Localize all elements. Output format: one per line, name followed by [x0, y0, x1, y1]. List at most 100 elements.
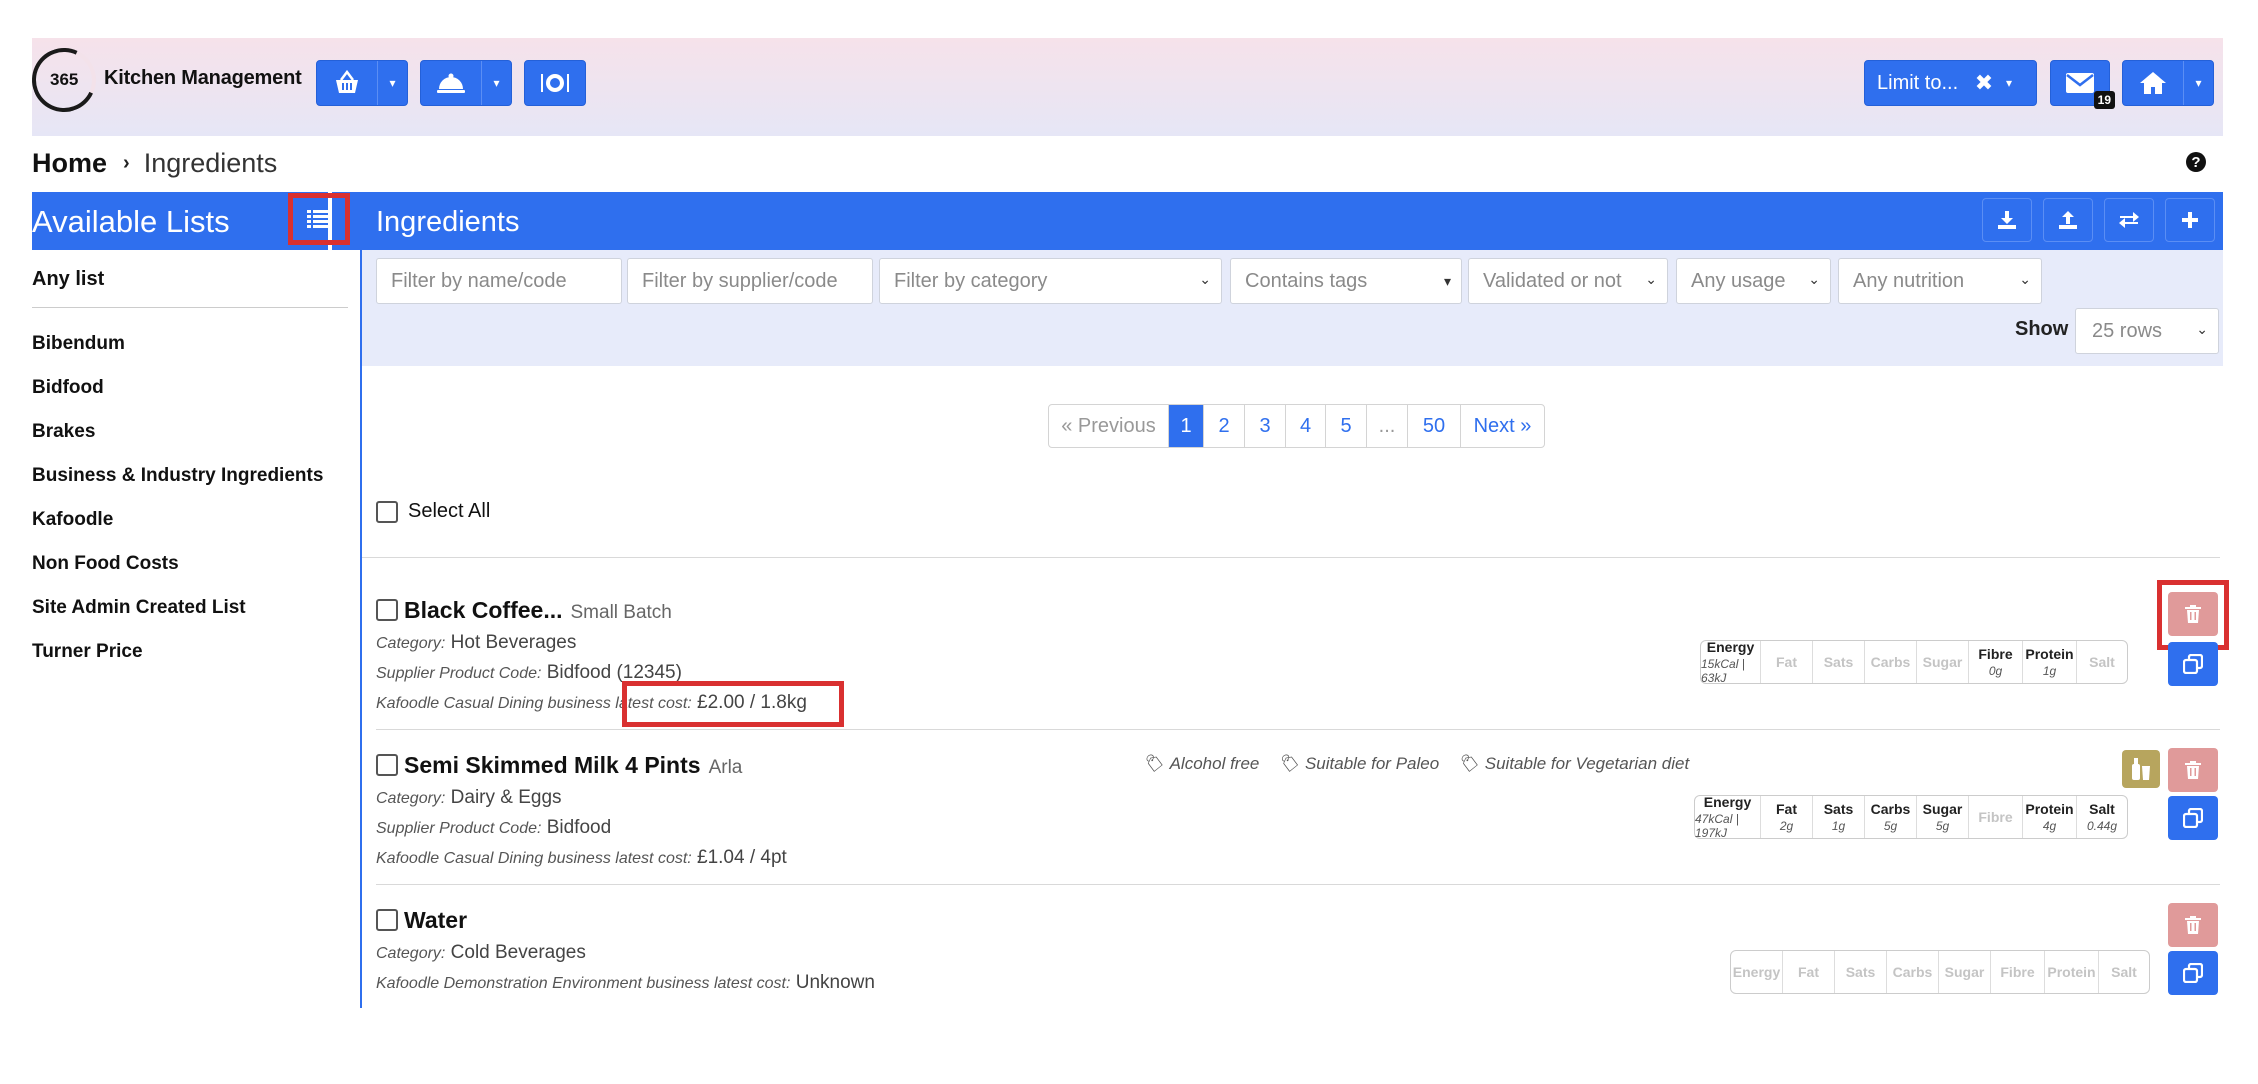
sidebar-item-turner-price[interactable]: Turner Price [32, 630, 348, 674]
sidebar-item-brakes[interactable]: Brakes [32, 410, 348, 454]
sidebar-item-kafoodle[interactable]: Kafoodle [32, 498, 348, 542]
message-count-badge: 19 [2093, 91, 2115, 109]
name-filter-input[interactable]: Filter by name/code [376, 258, 622, 304]
select-all[interactable]: Select All [376, 500, 490, 523]
nutrition-filter-value: Any nutrition [1853, 269, 1965, 292]
ingredient-supplier-code: Supplier Product Code: Bidfood [376, 817, 611, 839]
row-checkbox[interactable] [376, 754, 398, 776]
category-label: Category: [376, 790, 446, 807]
ingredient-name[interactable]: Water [404, 907, 467, 934]
available-lists-sidebar: Any list Bibendum Bidfood Brakes Busines… [32, 262, 348, 674]
delete-button[interactable] [2168, 748, 2218, 792]
tag-icon: 🏷 [1457, 754, 1479, 773]
cloche-icon[interactable] [421, 61, 481, 105]
category-filter-select[interactable]: Filter by category ⌄ [879, 258, 1222, 304]
duplicate-button[interactable] [2168, 796, 2218, 840]
ingredient-name[interactable]: Black Coffee... [404, 597, 563, 624]
cost-highlight-box [622, 681, 844, 727]
limit-to-dropdown[interactable]: Limit to... ✖ ▾ [1864, 60, 2037, 106]
row-checkbox[interactable] [376, 909, 398, 931]
nutrition-sats: Sats [1813, 641, 1865, 683]
pagination-page-5[interactable]: 5 [1326, 405, 1367, 447]
tags-filter-select[interactable]: Contains tags ▾ [1230, 258, 1462, 304]
download-icon [1998, 211, 2016, 229]
pagination-next[interactable]: Next » [1461, 405, 1544, 447]
add-ingredient-button[interactable] [2165, 198, 2215, 242]
transfer-button[interactable] [2104, 198, 2154, 242]
nutrition-panel: Energy Fat Sats Carbs Sugar Fibre Protei… [1730, 950, 2150, 994]
nutrition-panel: Energy 15kCal | 63kJ Fat Sats Carbs Sugar… [1700, 639, 2128, 685]
validated-filter-value: Validated or not [1483, 269, 1622, 292]
pagination-page-4[interactable]: 4 [1286, 405, 1326, 447]
breadcrumb-home-link[interactable]: Home [32, 148, 107, 179]
validated-filter-select[interactable]: Validated or not ⌄ [1468, 258, 1668, 304]
list-view-button[interactable] [288, 193, 350, 245]
cost-label: Kafoodle Demonstration Environment busin… [376, 975, 791, 992]
download-button[interactable] [1982, 198, 2032, 242]
nutrition-energy: Energy 47kCal | 197kJ [1695, 794, 1761, 840]
basket-icon[interactable] [317, 61, 377, 105]
nutrition-salt: Salt [2089, 654, 2115, 670]
breadcrumb-separator: › [123, 151, 130, 174]
sidebar-item-bidfood[interactable]: Bidfood [32, 366, 348, 410]
chevron-down-icon[interactable]: ▾ [481, 61, 511, 105]
row-checkbox[interactable] [376, 599, 398, 621]
delete-button[interactable] [2168, 903, 2218, 947]
pagination-page-1[interactable]: 1 [1169, 405, 1204, 447]
pagination-page-2[interactable]: 2 [1204, 405, 1245, 447]
nutrition-protein: Protein [2045, 951, 2099, 993]
duplicate-button[interactable] [2168, 642, 2218, 686]
plate-icon[interactable] [540, 61, 570, 105]
cost-label: Kafoodle Casual Dining business [376, 695, 616, 712]
list-icon [307, 210, 331, 228]
ingredients-menu-button[interactable]: ▾ [316, 60, 408, 106]
nutrition-filter-select[interactable]: Any nutrition ⌄ [1838, 258, 2042, 304]
ingredient-name[interactable]: Semi Skimmed Milk 4 Pints [404, 752, 701, 779]
ingredient-category: Category: Hot Beverages [376, 632, 576, 654]
category-label: Category: [376, 945, 446, 962]
chevron-down-icon[interactable]: ▾ [2183, 61, 2213, 105]
trash-icon [2185, 761, 2201, 779]
supplier-filter-input[interactable]: Filter by supplier/code [627, 258, 873, 304]
home-icon[interactable] [2123, 61, 2183, 105]
chevron-down-icon[interactable]: ▾ [1995, 61, 2023, 105]
tags-filter-value: Contains tags [1245, 269, 1368, 292]
category-filter-value: Filter by category [894, 269, 1048, 292]
pagination-page-50[interactable]: 50 [1408, 405, 1461, 447]
sidebar-item-site-admin-list[interactable]: Site Admin Created List [32, 586, 348, 630]
ingredient-row-title: Water [376, 906, 467, 934]
copy-icon [2183, 963, 2203, 983]
messages-button[interactable]: 19 [2050, 60, 2115, 109]
nutrition-sugar: Sugar [1939, 951, 1991, 993]
logo[interactable]: 365 [22, 38, 106, 122]
usage-filter-select[interactable]: Any usage ⌄ [1676, 258, 1831, 304]
chevron-down-icon[interactable]: ▾ [377, 61, 407, 105]
home-menu-button[interactable]: ▾ [2122, 60, 2214, 106]
copy-icon [2183, 654, 2203, 674]
trash-icon [2185, 916, 2201, 934]
select-all-checkbox[interactable] [376, 500, 398, 523]
transfer-icon [2119, 212, 2139, 228]
sidebar-item-business-industry[interactable]: Business & Industry Ingredients [32, 454, 348, 498]
nutrition-sats: Sats [1835, 951, 1887, 993]
sidebar-item-non-food-costs[interactable]: Non Food Costs [32, 542, 348, 586]
section-header-bar [32, 192, 2223, 250]
pagination-previous[interactable]: « Previous [1049, 405, 1169, 447]
supplier-code-value: Bidfood [546, 817, 612, 838]
upload-button[interactable] [2043, 198, 2093, 242]
pagination-ellipsis: ... [1367, 405, 1408, 447]
recipes-menu-button[interactable]: ▾ [420, 60, 512, 106]
rows-per-page-select[interactable]: 25 rows ⌄ [2075, 308, 2219, 354]
ingredient-latest-cost: Kafoodle Casual Dining business latest c… [376, 847, 787, 869]
duplicate-button[interactable] [2168, 951, 2218, 995]
pagination-page-3[interactable]: 3 [1245, 405, 1286, 447]
menus-button[interactable] [524, 60, 586, 106]
nutrition-energy: Energy [1731, 951, 1783, 993]
category-value: Dairy & Eggs [450, 787, 562, 808]
ingredient-brand: Arla [708, 757, 743, 778]
sidebar-item-any-list[interactable]: Any list [32, 262, 348, 308]
clear-icon[interactable]: ✖ [1973, 70, 1995, 96]
help-icon[interactable]: ? [2186, 152, 2206, 172]
envelope-icon[interactable] [2065, 61, 2095, 105]
sidebar-item-bibendum[interactable]: Bibendum [32, 322, 348, 366]
